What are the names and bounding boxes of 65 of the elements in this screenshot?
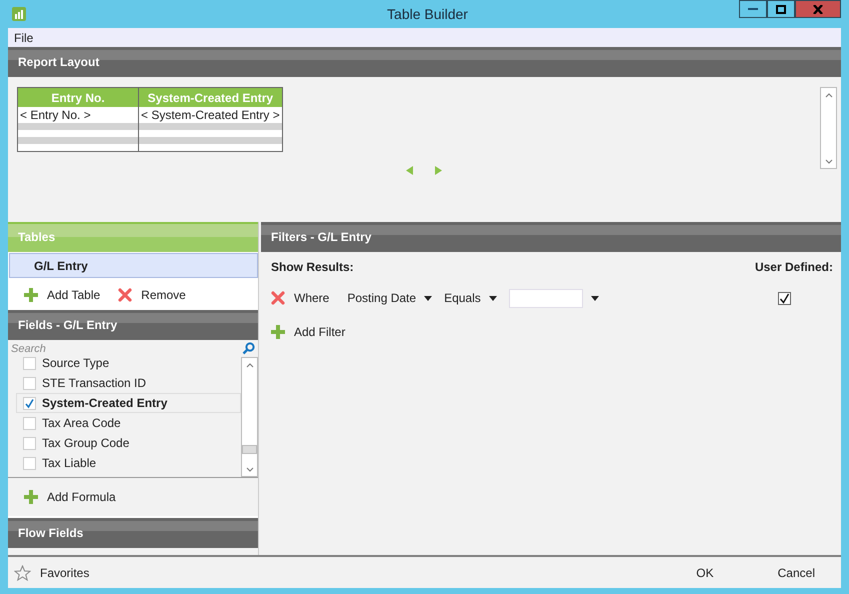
field-item[interactable]: STE Transaction ID (16, 373, 241, 393)
plus-icon (271, 325, 285, 339)
section-header: Fields - G/L Entry (8, 310, 258, 340)
field-item[interactable]: System-Created Entry (16, 393, 241, 413)
remove-icon (118, 288, 132, 302)
checkbox[interactable] (23, 436, 36, 450)
dialog-button[interactable]: Cancel (772, 564, 821, 580)
user-defined-checkbox[interactable] (778, 292, 791, 304)
scroll-right-icon[interactable] (435, 166, 442, 175)
scroll-thumb[interactable] (242, 445, 257, 454)
caret-icon[interactable] (590, 296, 599, 300)
plus-icon (24, 288, 38, 302)
star-icon (14, 564, 31, 580)
menu-item[interactable]: File (14, 30, 34, 44)
field-label: STE Transaction ID (42, 376, 146, 390)
caret-icon (488, 296, 497, 300)
user-defined-label: User Defined: (754, 260, 833, 274)
remove-button[interactable]: Remove (118, 286, 186, 304)
maximize-icon (776, 4, 786, 14)
search-icon[interactable] (242, 342, 255, 355)
add-filter-button[interactable]: Add Filter (271, 323, 346, 341)
field-label: Tax Area Code (42, 416, 121, 430)
add-formula-button[interactable]: Add Formula (24, 488, 116, 506)
field-label: Source Type (42, 357, 110, 370)
field-dropdown[interactable]: Posting Date (347, 291, 432, 305)
field-item[interactable]: Tax Liable (16, 453, 241, 473)
close-button[interactable] (795, 0, 841, 18)
favorites-button[interactable]: Favorites (14, 562, 90, 582)
app-icon (12, 7, 26, 21)
column-header: System-Created Entry (138, 88, 282, 107)
show-results-label: Show Results: (271, 260, 354, 274)
checkbox[interactable] (23, 376, 36, 390)
section-header: Flow Fields (8, 518, 258, 548)
remove-icon (271, 291, 285, 305)
caret-icon (424, 296, 432, 300)
scrollbar[interactable] (241, 357, 258, 477)
field-label: Tax Liable (42, 456, 96, 470)
section-header: Tables (8, 222, 258, 252)
operator-dropdown[interactable]: Equals (444, 291, 497, 305)
column-header: Entry No. (18, 88, 138, 107)
plus-icon (24, 490, 38, 504)
field-item[interactable]: Tax Area Code (16, 413, 241, 433)
checkbox[interactable] (23, 456, 36, 470)
window-title: Table Builder (387, 6, 468, 22)
checkbox[interactable] (23, 396, 36, 410)
minimize-button[interactable] (739, 0, 767, 18)
minimize-icon (748, 8, 758, 10)
search-field[interactable]: Search (11, 342, 242, 354)
scrollbar[interactable] (820, 87, 837, 169)
field-label: Tax Group Code (42, 436, 130, 450)
maximize-button[interactable] (767, 0, 795, 18)
table-item[interactable]: G/L Entry (9, 253, 258, 278)
scroll-left-icon[interactable] (406, 166, 413, 175)
field-label: System-Created Entry (42, 396, 168, 410)
add-table-button[interactable]: Add Table (24, 286, 100, 304)
checkbox[interactable] (23, 357, 36, 370)
remove-filter-button[interactable]: Where (271, 289, 330, 307)
field-item[interactable]: Tax Group Code (16, 433, 241, 453)
dialog-button[interactable]: OK (690, 564, 720, 580)
section-header: Report Layout (8, 47, 841, 77)
field-item[interactable]: Source Type (16, 357, 241, 373)
section-header: Filters - G/L Entry (261, 222, 841, 252)
close-icon (813, 4, 823, 14)
value-field[interactable] (508, 288, 583, 308)
checkbox[interactable] (23, 416, 36, 430)
